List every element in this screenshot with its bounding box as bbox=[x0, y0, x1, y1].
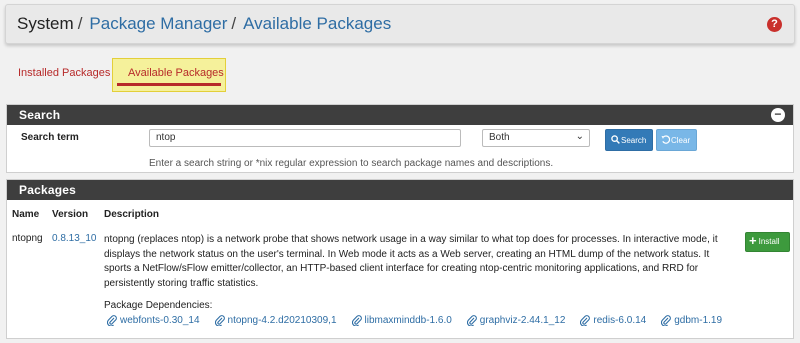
paperclip-icon bbox=[107, 315, 117, 326]
tab-available-packages-label: Available Packages bbox=[128, 67, 224, 79]
dependency-link[interactable]: ntopng-4.2.d20210309,1 bbox=[214, 315, 337, 326]
packages-panel-title: Packages bbox=[19, 183, 76, 197]
collapse-icon[interactable]: − bbox=[771, 108, 785, 122]
breadcrumb: System / Package Manager / Available Packa… bbox=[5, 4, 795, 44]
dependency-label: webfonts-0.30_14 bbox=[120, 315, 200, 326]
dependency-link[interactable]: redis-6.0.14 bbox=[580, 315, 646, 326]
search-scope-value: Both bbox=[489, 132, 510, 143]
dependency-label: gdbm-1.19 bbox=[674, 315, 723, 326]
chevron-down-icon: ⌄ bbox=[575, 131, 584, 142]
search-panel-heading: Search − bbox=[7, 105, 793, 125]
paperclip-icon bbox=[351, 315, 362, 326]
breadcrumb-separator: / bbox=[77, 14, 83, 33]
search-input[interactable]: ntop bbox=[149, 129, 461, 147]
dependency-link[interactable]: webfonts-0.30_14 bbox=[107, 315, 200, 326]
package-description: ntopng (replaces ntop) is a network prob… bbox=[104, 234, 718, 289]
package-dependencies: webfonts-0.30_14 ntopng-4.2.d20210309,1 … bbox=[107, 315, 737, 326]
dependency-link[interactable]: graphviz-2.44.1_12 bbox=[466, 315, 566, 326]
paperclip-icon bbox=[466, 315, 477, 326]
dependency-link[interactable]: libmaxminddb-1.6.0 bbox=[351, 315, 452, 326]
search-button[interactable]: Search bbox=[605, 129, 653, 151]
install-button-label: Install bbox=[758, 237, 780, 246]
dependency-label: redis-6.0.14 bbox=[593, 315, 647, 326]
search-panel: Search − Search term ntop Both ⌄ Search … bbox=[6, 104, 794, 173]
packages-panel-heading: Packages bbox=[7, 180, 793, 200]
search-icon bbox=[611, 135, 620, 144]
search-scope-select[interactable]: Both ⌄ bbox=[482, 129, 590, 147]
dependency-label: ntopng-4.2.d20210309,1 bbox=[227, 315, 337, 326]
active-tab-underline bbox=[117, 83, 221, 86]
plus-icon: + bbox=[749, 233, 757, 248]
dependency-label: libmaxminddb-1.6.0 bbox=[364, 315, 452, 326]
breadcrumb-system: System bbox=[17, 14, 74, 33]
clear-button-label: Clear bbox=[671, 136, 691, 145]
undo-icon bbox=[661, 135, 671, 144]
tab-installed-packages[interactable]: Installed Packages bbox=[18, 67, 110, 79]
package-version-link[interactable]: 0.8.13_10 bbox=[52, 233, 97, 244]
dependency-label: graphviz-2.44.1_12 bbox=[479, 315, 566, 326]
package-name: ntopng bbox=[12, 233, 43, 244]
tab-available-packages[interactable]: Available Packages bbox=[112, 58, 226, 92]
search-panel-title: Search bbox=[19, 108, 61, 122]
install-button[interactable]: + Install bbox=[745, 232, 790, 252]
paperclip-icon bbox=[580, 315, 591, 326]
search-help-text: Enter a search string or *nix regular ex… bbox=[149, 158, 554, 169]
package-dependencies-label: Package Dependencies: bbox=[104, 300, 213, 311]
search-button-label: Search bbox=[621, 136, 647, 145]
clear-button[interactable]: Clear bbox=[656, 129, 697, 151]
search-term-label: Search term bbox=[21, 132, 79, 143]
paperclip-icon bbox=[661, 315, 672, 326]
breadcrumb-available-packages[interactable]: Available Packages bbox=[243, 14, 391, 34]
column-header-description: Description bbox=[104, 209, 160, 220]
dependency-link[interactable]: gdbm-1.19 bbox=[661, 315, 722, 326]
column-header-name: Name bbox=[12, 209, 40, 220]
paperclip-icon bbox=[214, 315, 225, 326]
packages-panel: Packages Name Version Description ntopng… bbox=[6, 179, 794, 339]
column-header-version: Version bbox=[52, 209, 89, 220]
breadcrumb-separator: / bbox=[231, 14, 237, 33]
breadcrumb-package-manager[interactable]: Package Manager bbox=[89, 14, 227, 34]
help-icon[interactable]: ? bbox=[767, 17, 782, 32]
